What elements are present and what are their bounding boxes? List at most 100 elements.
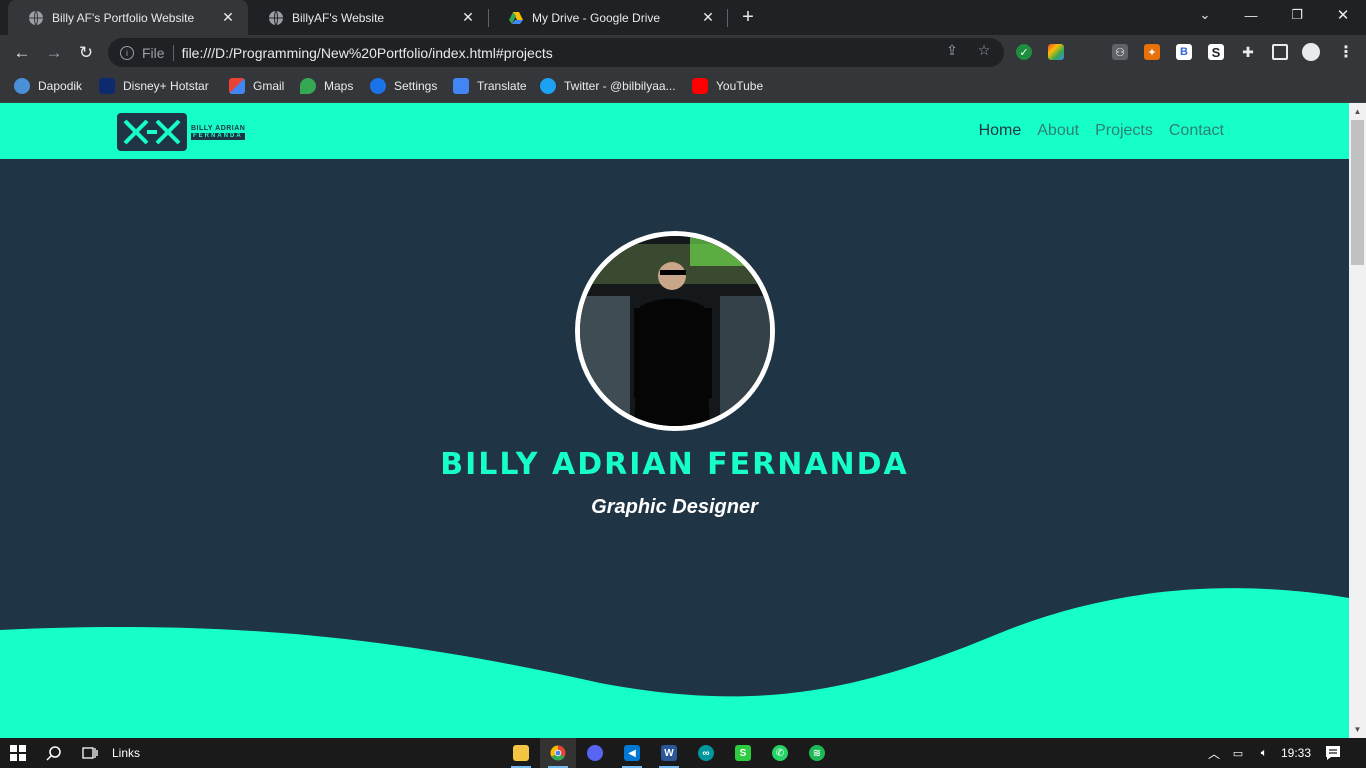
minimize-button[interactable]: —: [1228, 0, 1274, 30]
scroll-up-arrow-icon[interactable]: ▲: [1349, 103, 1366, 120]
forward-button[interactable]: →: [40, 39, 68, 67]
bookmark-translate[interactable]: Translate: [453, 77, 527, 95]
tab-portfolio[interactable]: Billy AF's Portfolio Website ✕: [8, 0, 248, 35]
back-button[interactable]: ←: [8, 39, 36, 67]
tab-search-icon[interactable]: ⌄: [1182, 0, 1228, 30]
bookmark-label: Settings: [394, 79, 438, 93]
spotify-icon[interactable]: ≋: [799, 738, 835, 768]
hero-wave: [0, 588, 1349, 738]
close-icon[interactable]: ✕: [460, 9, 476, 26]
bookmark-label: Disney+ Hotstar: [123, 79, 209, 93]
logo-line-2: FERNANDA: [191, 132, 246, 140]
scroll-down-arrow-icon[interactable]: ▼: [1349, 721, 1366, 738]
clock-time[interactable]: 19:33: [1281, 746, 1311, 760]
color-extension-icon[interactable]: [1048, 44, 1064, 60]
site-logo[interactable]: BILLY ADRIAN FERNANDA: [117, 112, 267, 152]
volume-icon[interactable]: 🔈︎: [1246, 738, 1282, 768]
task-view-icon[interactable]: [72, 738, 108, 768]
info-icon[interactable]: i: [120, 45, 134, 60]
bookmark-star-icon[interactable]: ☆: [976, 42, 992, 58]
chrome-icon[interactable]: [540, 738, 576, 768]
file-explorer-icon[interactable]: [503, 738, 539, 768]
bookmark-label: Gmail: [253, 79, 285, 93]
url-text[interactable]: file:///D:/Programming/New%20Portfolio/i…: [182, 45, 553, 61]
nav-contact[interactable]: Contact: [1169, 122, 1224, 140]
nav-about[interactable]: About: [1037, 122, 1079, 140]
browser-chrome: Billy AF's Portfolio Website ✕ BillyAF's…: [0, 0, 1366, 103]
bookmark-youtube[interactable]: YouTube: [692, 77, 763, 95]
bookmark-label: Maps: [324, 79, 354, 93]
bookmark-dapodik[interactable]: Dapodik: [14, 77, 82, 95]
profile-photo: [575, 231, 775, 431]
s-extension-icon[interactable]: S: [1208, 44, 1224, 60]
bookmark-gmail[interactable]: Gmail: [229, 77, 284, 95]
gmail-icon: [229, 78, 245, 94]
tab-google-drive[interactable]: My Drive - Google Drive ✕: [488, 0, 728, 35]
nav-home[interactable]: Home: [979, 122, 1022, 140]
arduino-icon[interactable]: ∞: [688, 738, 724, 768]
restore-button[interactable]: ❐: [1274, 0, 1320, 30]
tab-billyaf-website[interactable]: BillyAF's Website ✕: [248, 0, 488, 35]
reload-button[interactable]: ↻: [72, 39, 100, 67]
tab-separator: [727, 9, 728, 27]
share-icon[interactable]: ⇪: [944, 42, 960, 58]
hero-name: BILLY ADRIAN FERNANDA: [440, 447, 909, 482]
windows-taskbar: Links ◀ W ∞ S ✆ ≋ ︿ ▭ 🔈︎ 19:33: [0, 738, 1366, 768]
close-icon[interactable]: ✕: [220, 9, 236, 26]
google-drive-icon: [508, 10, 524, 26]
web-page: BILLY ADRIAN FERNANDA Home About Project…: [0, 103, 1349, 738]
bookmark-settings[interactable]: Settings: [370, 77, 437, 95]
vscode-icon[interactable]: ◀: [614, 738, 650, 768]
bookmark-label: YouTube: [716, 79, 764, 93]
close-icon[interactable]: ✕: [700, 9, 716, 26]
tab-strip: Billy AF's Portfolio Website ✕ BillyAF's…: [0, 0, 1366, 35]
shield-extension-icon[interactable]: ✓: [1016, 44, 1032, 60]
globe-icon: [28, 10, 44, 26]
tab-title: My Drive - Google Drive: [532, 10, 661, 25]
bookmarks-bar: Dapodik Disney+ Hotstar Gmail Maps Setti…: [0, 70, 1366, 103]
gear-icon: [370, 78, 386, 94]
menu-kebab-icon[interactable]: ⋮: [1338, 44, 1354, 61]
maps-pin-icon: [300, 78, 316, 94]
bookmark-twitter[interactable]: Twitter - @bilbilyaa...: [540, 77, 676, 95]
logo-line-1: BILLY ADRIAN: [191, 124, 246, 132]
page-scrollbar[interactable]: ▲ ▼: [1349, 103, 1366, 738]
dapodik-icon: [14, 78, 30, 94]
hotstar-icon: [99, 78, 115, 94]
globe-icon: [268, 10, 284, 26]
hero-role: Graphic Designer: [591, 496, 758, 518]
search-icon[interactable]: [36, 738, 72, 768]
incognito-extension-icon[interactable]: ⚇: [1112, 44, 1128, 60]
translate-icon: [453, 78, 469, 94]
green-app-icon[interactable]: S: [725, 738, 761, 768]
bookmark-label: Dapodik: [38, 79, 83, 93]
toolbar: ← → ↻ i File file:///D:/Programming/New%…: [0, 35, 1366, 70]
word-icon[interactable]: W: [651, 738, 687, 768]
b-extension-icon[interactable]: B: [1176, 44, 1192, 60]
discord-icon[interactable]: [577, 738, 613, 768]
links-toolbar-label[interactable]: Links: [112, 746, 140, 760]
youtube-icon: [692, 78, 708, 94]
bookmark-label: Twitter - @bilbilyaa...: [564, 79, 676, 93]
twitter-bird-icon: [540, 78, 556, 94]
bookmark-maps[interactable]: Maps: [300, 77, 353, 95]
tab-title: BillyAF's Website: [292, 10, 385, 25]
windows-start-icon[interactable]: [0, 738, 36, 768]
notification-center-icon[interactable]: [1315, 738, 1351, 768]
bookmark-label: Translate: [477, 79, 527, 93]
fire-extension-icon[interactable]: ✦: [1144, 44, 1160, 60]
side-panel-icon[interactable]: [1272, 44, 1288, 60]
profile-avatar[interactable]: [1302, 43, 1320, 61]
tab-title: Billy AF's Portfolio Website: [52, 10, 195, 25]
close-window-button[interactable]: ✕: [1320, 0, 1366, 30]
bookmark-hotstar[interactable]: Disney+ Hotstar: [99, 77, 209, 95]
site-navbar: BILLY ADRIAN FERNANDA Home About Project…: [0, 103, 1349, 159]
extensions-puzzle-icon[interactable]: ✚: [1240, 44, 1256, 60]
whatsapp-icon[interactable]: ✆: [762, 738, 798, 768]
nav-projects[interactable]: Projects: [1095, 122, 1153, 140]
new-tab-button[interactable]: +: [736, 5, 760, 29]
logo-wordmark: BILLY ADRIAN FERNANDA: [191, 124, 246, 140]
infinity-logo-icon: [117, 113, 187, 151]
address-bar[interactable]: i File file:///D:/Programming/New%20Port…: [108, 38, 1004, 67]
scroll-thumb[interactable]: [1351, 120, 1364, 265]
